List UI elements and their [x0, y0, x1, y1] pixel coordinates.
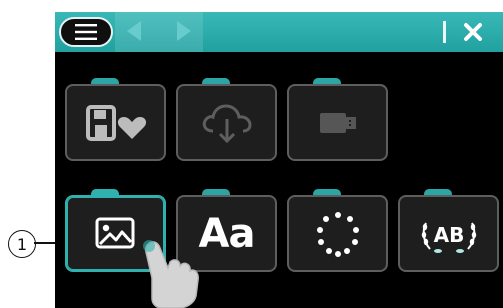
tile-body — [287, 84, 388, 161]
close-button[interactable] — [455, 16, 491, 48]
text-icon: Aa — [198, 210, 256, 257]
toolbar-divider — [443, 21, 446, 43]
cloud-download-tile[interactable] — [176, 78, 277, 161]
save-favorite-icon — [85, 104, 146, 141]
svg-text:AB: AB — [433, 223, 464, 247]
monogram-icon: AB — [421, 222, 476, 253]
device-screen: Aa AB — [55, 12, 503, 308]
dot-frame-icon — [316, 211, 359, 257]
tile-body: AB — [398, 195, 499, 272]
next-page-arrow-icon[interactable] — [177, 21, 191, 41]
hamburger-icon — [75, 24, 97, 40]
image-icon — [95, 217, 134, 248]
pointing-hand-icon — [143, 240, 199, 308]
tile-body — [65, 84, 166, 161]
prev-page-arrow-icon[interactable] — [127, 21, 141, 41]
cloud-download-icon — [202, 103, 252, 143]
frame-tile[interactable] — [287, 189, 388, 272]
favorites-tile[interactable] — [65, 78, 166, 161]
usb-tile[interactable] — [287, 78, 388, 161]
tile-body — [287, 195, 388, 272]
tile-body — [176, 84, 277, 161]
usb-drive-icon — [319, 112, 356, 133]
close-icon — [464, 23, 482, 41]
top-bar — [55, 12, 503, 52]
monogram-tile[interactable]: AB — [398, 189, 499, 272]
menu-button[interactable] — [59, 17, 113, 47]
callout-number: 1 — [8, 230, 36, 258]
